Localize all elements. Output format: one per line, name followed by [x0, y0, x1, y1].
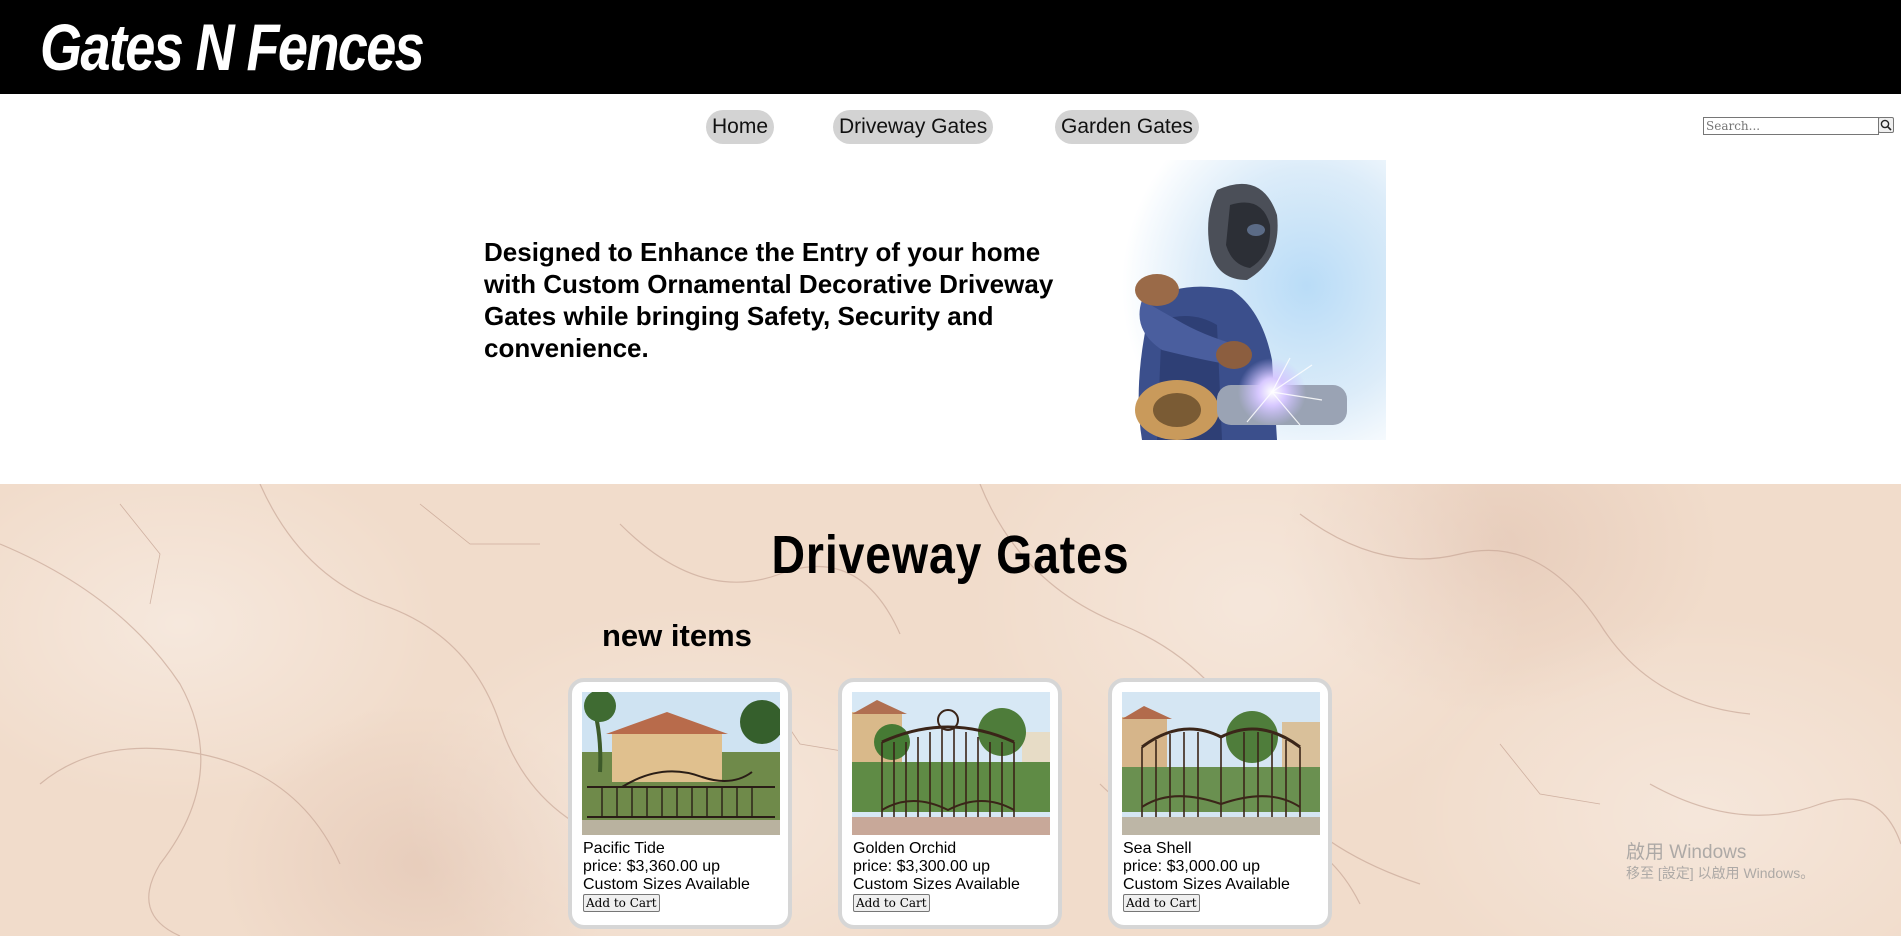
search-input[interactable]	[1703, 117, 1879, 135]
product-info: Sea Shell price: $3,000.00 up Custom Siz…	[1123, 840, 1290, 894]
main-nav: Home Driveway Gates Garden Gates	[0, 110, 1901, 146]
product-info: Pacific Tide price: $3,360.00 up Custom …	[583, 840, 750, 894]
nav-home[interactable]: Home	[706, 110, 775, 144]
product-note: Custom Sizes Available	[853, 876, 1020, 893]
windows-activation-watermark: 啟用 Windows 移至 [設定] 以啟用 Windows。	[1626, 842, 1814, 882]
product-name: Pacific Tide	[583, 840, 665, 857]
hero-tagline: Designed to Enhance the Entry of your ho…	[484, 237, 1054, 363]
product-note: Custom Sizes Available	[583, 876, 750, 893]
product-price: price: $3,360.00 up	[583, 858, 720, 875]
section-title: Driveway Gates	[771, 525, 1130, 585]
add-to-cart-button[interactable]: Add to Cart	[583, 894, 660, 912]
product-card: Golden Orchid price: $3,300.00 up Custom…	[838, 678, 1062, 929]
product-image-sea-shell[interactable]	[1122, 692, 1320, 835]
nav-garden-gates[interactable]: Garden Gates	[1055, 110, 1199, 144]
product-name: Golden Orchid	[853, 840, 957, 857]
search-icon	[1880, 119, 1892, 131]
site-logo[interactable]: Gates N Fences	[40, 8, 425, 86]
search-button[interactable]	[1878, 117, 1894, 133]
welder-image	[1122, 160, 1386, 440]
product-info: Golden Orchid price: $3,300.00 up Custom…	[853, 840, 1020, 894]
product-card: Sea Shell price: $3,000.00 up Custom Siz…	[1108, 678, 1332, 929]
product-image-golden-orchid[interactable]	[852, 692, 1050, 835]
product-price: price: $3,300.00 up	[853, 858, 990, 875]
product-price: price: $3,000.00 up	[1123, 858, 1260, 875]
site-header: Gates N Fences	[0, 0, 1901, 94]
add-to-cart-button[interactable]: Add to Cart	[853, 894, 930, 912]
product-card: Pacific Tide price: $3,360.00 up Custom …	[568, 678, 792, 929]
watermark-title: 啟用 Windows	[1626, 842, 1747, 863]
product-name: Sea Shell	[1123, 840, 1192, 857]
watermark-subtitle: 移至 [設定] 以啟用 Windows。	[1626, 865, 1815, 881]
products-section: Driveway Gates new items Pacific Tide pr…	[0, 484, 1901, 936]
product-note: Custom Sizes Available	[1123, 876, 1290, 893]
add-to-cart-button[interactable]: Add to Cart	[1123, 894, 1200, 912]
nav-driveway-gates[interactable]: Driveway Gates	[833, 110, 994, 144]
new-items-heading: new items	[602, 618, 752, 653]
product-image-pacific-tide[interactable]	[582, 692, 780, 835]
